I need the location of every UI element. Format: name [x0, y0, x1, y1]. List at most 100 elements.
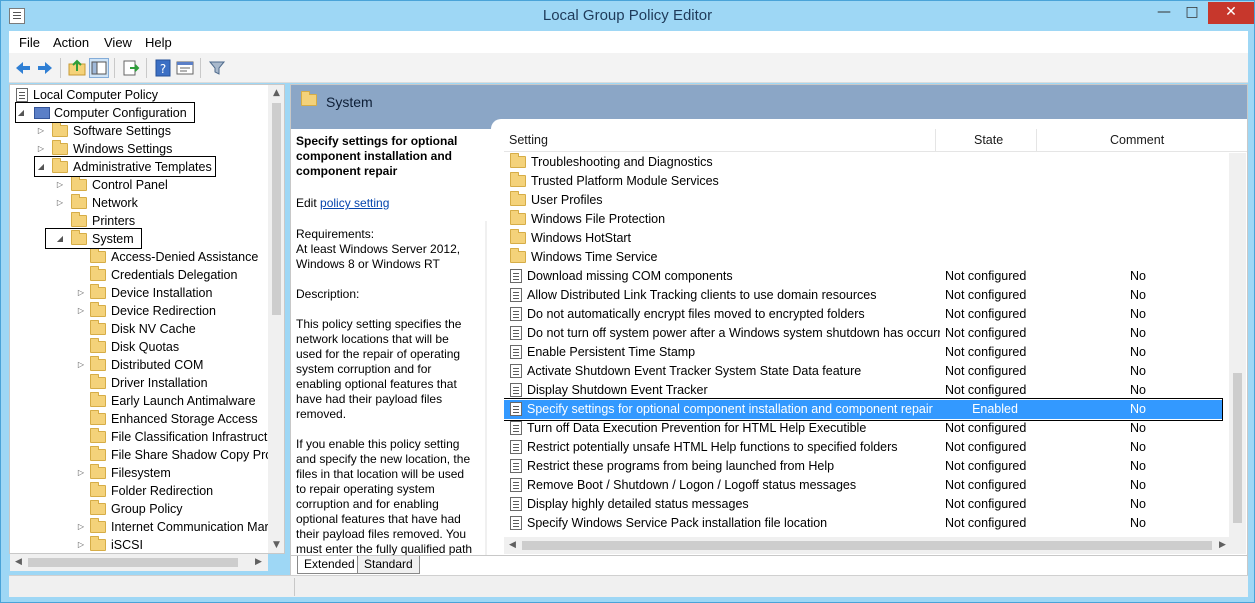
list-item-policy[interactable]: Restrict these programs from being launc… — [504, 457, 1222, 476]
expanded-arrow-icon[interactable]: ◢ — [16, 104, 26, 122]
tree-item-system-child[interactable]: Group Policy — [90, 500, 183, 518]
tree-item-system-child[interactable]: ▷ Device Redirection — [76, 302, 216, 320]
list-item-policy[interactable]: Restrict potentially unsafe HTML Help fu… — [504, 438, 1222, 457]
list-item-folder[interactable]: User Profiles — [504, 191, 1222, 210]
list-item-folder[interactable]: Trusted Platform Module Services — [504, 172, 1222, 191]
tree-hscroll-thumb[interactable] — [28, 558, 238, 567]
tree-item-system[interactable]: ◢ System — [55, 230, 134, 248]
tree-item-printers[interactable]: Printers — [71, 212, 135, 230]
export-list-icon[interactable] — [121, 58, 141, 78]
column-divider[interactable] — [1036, 129, 1037, 152]
help-icon[interactable]: ? — [153, 58, 173, 78]
list-item-policy[interactable]: Activate Shutdown Event Tracker System S… — [504, 362, 1222, 381]
collapsed-arrow-icon[interactable]: ▷ — [76, 464, 86, 482]
tree-item-system-child[interactable]: Folder Redirection — [90, 482, 213, 500]
collapsed-arrow-icon[interactable]: ▷ — [36, 140, 46, 158]
list-item-policy[interactable]: Turn off Data Execution Prevention for H… — [504, 419, 1222, 438]
tree-vertical-scrollbar[interactable]: ▲ ▼ — [268, 85, 284, 553]
column-divider[interactable] — [935, 129, 936, 152]
expanded-arrow-icon[interactable]: ◢ — [55, 230, 65, 248]
scroll-up-icon[interactable]: ⌃ — [485, 243, 487, 257]
forward-icon[interactable] — [35, 58, 55, 78]
list-item-policy[interactable]: Remove Boot / Shutdown / Logon / Logoff … — [504, 476, 1222, 495]
collapsed-arrow-icon[interactable]: ▷ — [55, 176, 65, 194]
list-item-policy[interactable]: Allow Distributed Link Tracking clients … — [504, 286, 1222, 305]
tree-item-system-child[interactable]: File Classification Infrastructu — [90, 428, 274, 446]
column-comment[interactable]: Comment — [1110, 133, 1164, 147]
list-item-policy[interactable]: Enable Persistent Time Stamp Not configur… — [504, 343, 1222, 362]
list-hscroll-thumb[interactable] — [522, 541, 1212, 550]
tree-item-software-settings[interactable]: ▷ Software Settings — [36, 122, 171, 140]
scroll-right-icon[interactable]: ▶ — [1214, 540, 1231, 550]
list-item-folder[interactable]: Windows Time Service — [504, 248, 1222, 267]
menu-help[interactable]: Help — [145, 35, 172, 50]
tab-extended[interactable]: Extended — [297, 556, 362, 574]
tree-item-system-child[interactable]: ▷ Filesystem — [76, 464, 171, 482]
tree-item-system-child[interactable]: ▷ Internet Communication Mar — [76, 518, 269, 536]
column-setting[interactable]: Setting — [509, 133, 548, 147]
tree-item-network[interactable]: ▷ Network — [55, 194, 138, 212]
scroll-down-icon[interactable]: ▼ — [268, 540, 284, 550]
menu-view[interactable]: View — [104, 35, 132, 50]
policy-icon — [16, 88, 28, 102]
tree-item-system-child[interactable]: Enhanced Storage Access — [90, 410, 258, 428]
tree-item-local-computer-policy[interactable]: Local Computer Policy — [16, 86, 158, 104]
filter-icon[interactable] — [207, 58, 227, 78]
column-state[interactable]: State — [974, 133, 1003, 147]
tree-item-administrative-templates[interactable]: ◢ Administrative Templates — [36, 158, 212, 176]
collapsed-arrow-icon[interactable]: ▷ — [36, 122, 46, 140]
scroll-up-icon[interactable]: ▲ — [268, 88, 284, 98]
scroll-right-icon[interactable]: ▶ — [250, 557, 267, 567]
properties-icon[interactable] — [175, 58, 195, 78]
close-button[interactable]: ✕ — [1208, 2, 1254, 24]
collapsed-arrow-icon[interactable]: ▷ — [76, 518, 86, 536]
maximize-button[interactable]: □ — [1179, 2, 1205, 24]
list-scroll-thumb[interactable] — [1233, 373, 1242, 523]
tree-item-system-child[interactable]: ▷ Device Installation — [76, 284, 212, 302]
tree-item-control-panel[interactable]: ▷ Control Panel — [55, 176, 168, 194]
tree-item-system-child[interactable]: Early Launch Antimalware — [90, 392, 256, 410]
list-item-folder[interactable]: Windows HotStart — [504, 229, 1222, 248]
scroll-left-icon[interactable]: ◀ — [504, 540, 521, 550]
tree-item-system-child[interactable]: ▷ iSCSI — [76, 536, 143, 553]
tree-item-computer-configuration[interactable]: ◢ Computer Configuration — [16, 104, 187, 122]
expanded-arrow-icon[interactable]: ◢ — [36, 158, 46, 176]
list-vertical-scrollbar[interactable] — [1229, 153, 1246, 537]
tab-standard[interactable]: Standard — [357, 556, 420, 574]
tree-item-system-child[interactable]: Disk NV Cache — [90, 320, 196, 338]
list-item-policy[interactable]: Download missing COM components Not confi… — [504, 267, 1222, 286]
menu-action[interactable]: Action — [53, 35, 89, 50]
tree-item-system-child[interactable]: Credentials Delegation — [90, 266, 237, 284]
tree-item-system-child[interactable]: Access-Denied Assistance — [90, 248, 258, 266]
list-item-folder[interactable]: Troubleshooting and Diagnostics — [504, 153, 1222, 172]
collapsed-arrow-icon[interactable]: ▷ — [76, 284, 86, 302]
tree-item-system-child[interactable]: File Share Shadow Copy Provi — [90, 446, 281, 464]
tree-item-windows-settings[interactable]: ▷ Windows Settings — [36, 140, 172, 158]
collapsed-arrow-icon[interactable]: ▷ — [76, 356, 86, 374]
tree-item-system-child[interactable]: Disk Quotas — [90, 338, 179, 356]
description-scrollbar[interactable]: ⌃ ⌄ — [485, 221, 487, 555]
collapsed-arrow-icon[interactable]: ▷ — [55, 194, 65, 212]
list-horizontal-scrollbar[interactable]: ◀ ▶ — [504, 537, 1246, 554]
tree-horizontal-scrollbar[interactable]: ◀ ▶ — [10, 554, 268, 571]
list-item-policy[interactable]: Display Shutdown Event Tracker Not config… — [504, 381, 1222, 400]
title-bar[interactable]: Local Group Policy Editor — □ ✕ — [1, 1, 1254, 31]
tree-item-system-child[interactable]: ▷ Distributed COM — [76, 356, 203, 374]
show-hide-tree-icon[interactable] — [89, 58, 109, 78]
menu-file[interactable]: File — [19, 35, 40, 50]
collapsed-arrow-icon[interactable]: ▷ — [76, 302, 86, 320]
list-item-policy[interactable]: Do not turn off system power after a Win… — [504, 324, 1222, 343]
tree-item-system-child[interactable]: Driver Installation — [90, 374, 208, 392]
scroll-left-icon[interactable]: ◀ — [10, 557, 27, 567]
list-item-policy[interactable]: Do not automatically encrypt files moved… — [504, 305, 1222, 324]
tree-scroll-thumb[interactable] — [272, 103, 281, 315]
back-icon[interactable] — [13, 58, 33, 78]
list-item-folder[interactable]: Windows File Protection — [504, 210, 1222, 229]
edit-policy-link[interactable]: policy setting — [320, 196, 389, 210]
up-folder-icon[interactable] — [67, 58, 87, 78]
list-item-policy[interactable]: Display highly detailed status messages N… — [504, 495, 1222, 514]
list-item-policy[interactable]: Specify Windows Service Pack installatio… — [504, 514, 1222, 533]
minimize-button[interactable]: — — [1151, 2, 1177, 24]
list-item-policy-selected[interactable]: Specify settings for optional component … — [504, 400, 1222, 419]
collapsed-arrow-icon[interactable]: ▷ — [76, 536, 86, 553]
